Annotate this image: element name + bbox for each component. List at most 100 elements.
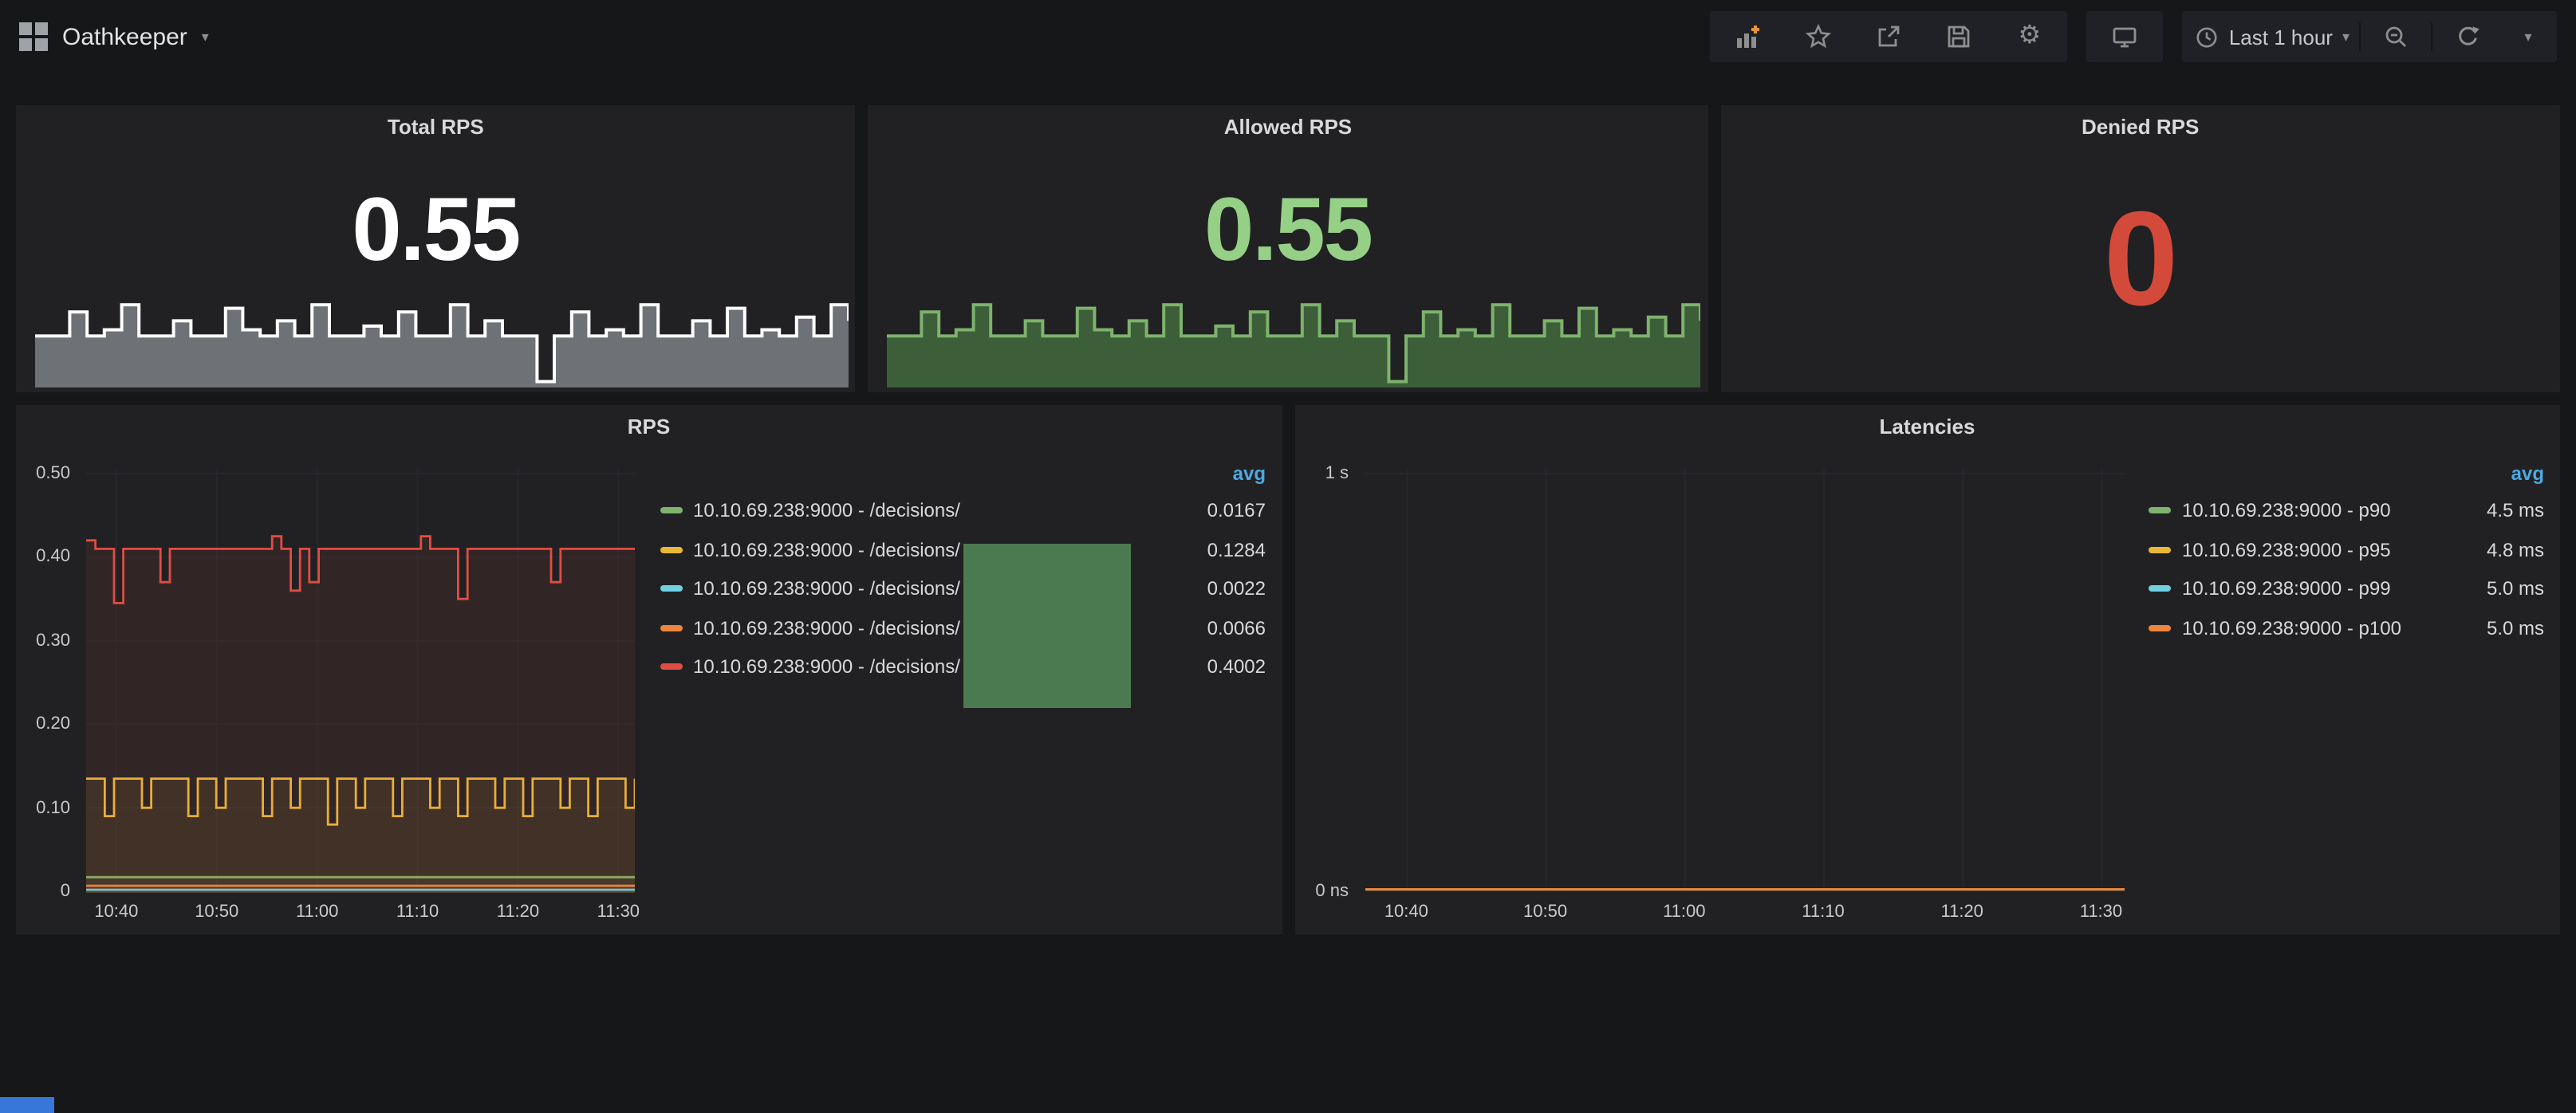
zoom-out-icon [2383, 24, 2409, 49]
refresh-icon [2455, 24, 2480, 49]
legend-series-avg: 0.1284 [1164, 539, 1266, 561]
zoom-out-button[interactable] [2361, 11, 2431, 62]
x-axis-label: 11:30 [578, 903, 658, 922]
dashboard-title[interactable]: Oathkeeper [62, 23, 187, 50]
legend-series-avg: 5.0 ms [2442, 617, 2544, 639]
sparkline [888, 292, 1702, 387]
panel-rps: RPS 00.100.200.300.400.50 10:4010:5011:0… [16, 405, 1282, 934]
y-axis-label: 0.40 [36, 548, 70, 567]
legend-avg-header: avg [656, 456, 1266, 491]
stat-value: 0.55 [869, 150, 1708, 306]
share-button[interactable] [1854, 11, 1924, 62]
y-axis-label: 0 ns [1315, 882, 1349, 901]
time-picker-button[interactable]: Last 1 hour ▾ [2186, 11, 2359, 62]
legend-row[interactable]: 10.10.69.238:9000 - p954.8 ms [2145, 530, 2544, 569]
save-icon [1947, 24, 1972, 49]
y-axis-label: 0.50 [36, 464, 70, 483]
legend-series-avg: 0.0066 [1164, 617, 1266, 639]
legend-series-color [660, 547, 682, 553]
legend-series-avg: 4.8 ms [2442, 539, 2544, 561]
grafana-dashboard: Oathkeeper ▾ [0, 0, 2576, 1113]
legend-row[interactable]: 10.10.69.238:9000 - p904.5 ms [2145, 491, 2544, 530]
y-axis: 00.100.200.300.400.50 [16, 469, 80, 893]
x-axis-label: 11:00 [1644, 903, 1724, 922]
time-controls-group: Last 1 hour ▾ [2183, 11, 2557, 62]
legend-series-color [2149, 586, 2171, 592]
legend-series-label: 10.10.69.238:9000 - p100 [2182, 617, 2442, 639]
latencies-plot-area[interactable] [1365, 469, 2123, 893]
y-axis-label: 0 [61, 882, 70, 901]
y-axis-label: 0.20 [36, 714, 70, 733]
panel-title[interactable]: Denied RPS [1720, 105, 2560, 150]
charts-row: RPS 0 0.10 0.20 0.30 0.40 0.50 10:40 10:50 11:0… [16, 405, 2560, 934]
panel-title[interactable]: RPS [16, 405, 1282, 450]
save-button[interactable] [1924, 11, 1995, 62]
legend-row[interactable]: 10.10.69.238:9000 - /decisions/0.0022 [656, 569, 1266, 608]
x-axis-label: 11:00 [278, 903, 357, 922]
refresh-button[interactable] [2432, 11, 2503, 62]
legend-series-label: 10.10.69.238:9000 - p90 [2182, 500, 2442, 522]
caret-down-icon: ▾ [2524, 29, 2531, 44]
x-axis-label: 10:50 [177, 903, 257, 922]
legend-row[interactable]: 10.10.69.238:9000 - /decisions/0.1284 [656, 530, 1266, 569]
stat-value: 0.55 [16, 150, 856, 306]
star-icon [1806, 24, 1832, 49]
dashboard-title-caret-icon[interactable]: ▾ [202, 29, 209, 44]
legend-series-color [660, 586, 682, 592]
legend-series-color [2149, 625, 2171, 631]
add-panel-button[interactable] [1714, 11, 1784, 62]
legend-series-avg: 4.5 ms [2442, 500, 2544, 522]
x-axis: 10:4010:5011:0011:1011:2011:30 [1365, 903, 2123, 928]
legend-series-avg: 5.0 ms [2442, 578, 2544, 600]
y-axis-label: 0.10 [36, 798, 70, 817]
panel-title[interactable]: Total RPS [16, 105, 856, 150]
panel-title[interactable]: Latencies [1294, 405, 2560, 450]
navbar-right: ⚙ Last 1 hour ▾ [1692, 11, 2557, 62]
x-axis-label: 11:20 [1922, 903, 2002, 922]
x-axis: 10:4010:5011:0011:1011:2011:30 [86, 903, 634, 928]
legend-series-color [2149, 508, 2171, 514]
legend-series-label: 10.10.69.238:9000 - p99 [2182, 578, 2442, 600]
legend-row[interactable]: 10.10.69.238:9000 - p995.0 ms [2145, 569, 2544, 608]
latencies-legend: avg10.10.69.238:9000 - p904.5 ms10.10.69… [2139, 450, 2560, 934]
legend-row[interactable]: 10.10.69.238:9000 - p1005.0 ms [2145, 608, 2544, 647]
y-axis: 0 ns1 s [1294, 469, 1358, 893]
legend-row[interactable]: 10.10.69.238:9000 - /decisions/0.0167 [656, 491, 1266, 530]
gear-icon: ⚙ [2019, 24, 2042, 49]
panel-title[interactable]: Allowed RPS [869, 105, 1708, 150]
time-picker-caret-icon: ▾ [2342, 29, 2350, 44]
stats-row: Total RPS 0.55 Allowed RPS 0.55 Denied R… [16, 105, 2560, 392]
x-axis-label: 11:30 [2061, 903, 2141, 922]
view-mode-group [2087, 11, 2164, 62]
add-panel-icon [1736, 24, 1762, 49]
legend-series-color [660, 508, 682, 514]
apps-grid-icon[interactable] [19, 22, 48, 51]
legend-series-avg: 0.0167 [1164, 500, 1266, 522]
sparkline [35, 292, 849, 387]
x-axis-label: 10:40 [1366, 903, 1446, 922]
tv-mode-button[interactable] [2090, 11, 2160, 62]
bottom-left-blue-strip [0, 1097, 54, 1113]
navbar: Oathkeeper ▾ [0, 0, 2576, 73]
settings-button[interactable]: ⚙ [1995, 11, 2065, 62]
stat-value: 0 [1720, 150, 2560, 367]
clock-icon [2196, 25, 2220, 49]
rps-chart: 00.100.200.300.400.50 10:4010:5011:0011:… [16, 450, 650, 934]
legend-row[interactable]: 10.10.69.238:9000 - /decisions/0.0066 [656, 608, 1266, 647]
monitor-icon [2113, 24, 2138, 49]
x-axis-label: 10:50 [1506, 903, 1585, 922]
dashboard-body: Total RPS 0.55 Allowed RPS 0.55 Denied R… [0, 105, 2576, 934]
chart-body: 00.100.200.300.400.50 10:4010:5011:0011:… [16, 450, 1282, 934]
y-axis-label: 0.30 [36, 631, 70, 651]
legend-row[interactable]: 10.10.69.238:9000 - /decisions/0.4002 [656, 647, 1266, 686]
panel-denied-rps: Denied RPS 0 [1720, 105, 2560, 392]
legend-series-label: 10.10.69.238:9000 - /decisions/ [693, 500, 1164, 522]
panel-latencies: Latencies 0 ns1 s 10:4010:5011:0011:1011… [1294, 405, 2560, 934]
panel-allowed-rps: Allowed RPS 0.55 [869, 105, 1708, 392]
refresh-interval-caret-button[interactable]: ▾ [2503, 11, 2554, 62]
star-button[interactable] [1784, 11, 1854, 62]
legend-series-color [660, 625, 682, 631]
share-icon [1877, 24, 1902, 49]
legend-series-avg: 0.4002 [1164, 656, 1266, 678]
rps-plot-area[interactable] [86, 469, 634, 893]
